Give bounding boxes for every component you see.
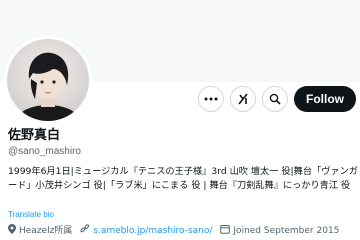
grok-icon[interactable]: [230, 86, 256, 112]
calendar-icon: [220, 224, 231, 238]
display-name: 佐野真白: [8, 128, 61, 143]
profile-meta: Heazelz所属 s.ameblo.jp/mashiro-sano/ Join…: [8, 224, 347, 238]
avatar-portrait: [18, 52, 78, 121]
user-handle: @sano_mashiro: [8, 146, 81, 157]
avatar[interactable]: [4, 36, 92, 124]
website-item: s.ameblo.jp/mashiro-sano/: [80, 224, 212, 238]
follow-button[interactable]: Follow: [294, 86, 356, 112]
search-icon[interactable]: [262, 86, 288, 112]
joined-item: Joined September 2015: [220, 224, 339, 238]
joined-date: Joined September 2015: [233, 226, 340, 236]
translate-bio-link[interactable]: Translate bio: [8, 210, 54, 219]
link-icon: [80, 224, 90, 238]
location-icon: [8, 224, 16, 238]
affiliation-item: Heazelz所属: [8, 224, 72, 238]
profile-actions: Follow: [198, 86, 356, 112]
affiliation-text: Heazelz所属: [19, 226, 73, 236]
website-link[interactable]: s.ameblo.jp/mashiro-sano/: [93, 225, 212, 237]
more-icon[interactable]: [198, 86, 224, 112]
avatar-image: [7, 39, 89, 121]
profile-bio: 1999年6月1日|ミュージカル『テニスの王子様』3rd 山吹 壇太一 役|舞台…: [8, 166, 358, 191]
